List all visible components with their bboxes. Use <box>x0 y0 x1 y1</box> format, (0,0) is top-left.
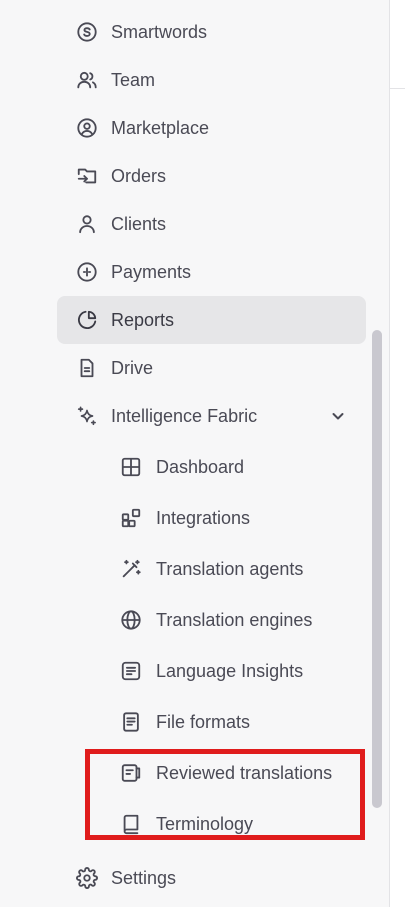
insights-doc-icon <box>120 660 142 682</box>
nav-item-label: Orders <box>111 165 167 186</box>
dashboard-grid-icon <box>120 456 142 478</box>
magic-wand-icon <box>120 558 142 580</box>
nav-item-orders[interactable]: Orders <box>57 152 366 200</box>
sidebar: Smartwords Team Marketplace Orders Clien… <box>0 0 390 907</box>
sub-item-translation-agents[interactable]: Translation agents <box>102 547 362 591</box>
sidebar-scrollbar-thumb[interactable] <box>372 330 382 808</box>
sub-item-label: Integrations <box>156 507 251 528</box>
sub-item-label: Language Insights <box>156 660 304 681</box>
nav-item-payments[interactable]: Payments <box>57 248 366 296</box>
nav-item-marketplace[interactable]: Marketplace <box>57 104 366 152</box>
integrations-icon <box>120 507 142 529</box>
nav-item-label: Team <box>111 69 156 90</box>
nav-item-clients[interactable]: Clients <box>57 200 366 248</box>
file-icon <box>120 711 142 733</box>
sub-item-label: Translation engines <box>156 609 313 630</box>
sub-item-label: Dashboard <box>156 456 245 477</box>
book-icon <box>120 813 142 835</box>
nav-item-label: Settings <box>111 867 177 888</box>
gear-icon <box>76 867 98 889</box>
nav-item-label: Payments <box>111 261 192 282</box>
sub-item-integrations[interactable]: Integrations <box>102 496 362 540</box>
nav-item-label: Drive <box>111 357 154 378</box>
sub-item-reviewed-translations[interactable]: Reviewed translations <box>102 751 362 795</box>
payments-icon <box>76 261 98 283</box>
sub-item-translation-engines[interactable]: Translation engines <box>102 598 362 642</box>
orders-icon <box>76 165 98 187</box>
sub-item-file-formats[interactable]: File formats <box>102 700 362 744</box>
globe-icon <box>120 609 142 631</box>
sub-item-label: Reviewed translations <box>156 762 333 783</box>
sparkle-icon <box>76 405 98 427</box>
nav-item-intelligence-fabric[interactable]: Intelligence Fabric <box>57 392 366 440</box>
nav-item-reports[interactable]: Reports <box>57 296 366 344</box>
marketplace-icon <box>76 117 98 139</box>
sub-item-label: Terminology <box>156 813 254 834</box>
sub-item-dashboard[interactable]: Dashboard <box>102 445 362 489</box>
sub-item-language-insights[interactable]: Language Insights <box>102 649 362 693</box>
nav-item-settings[interactable]: Settings <box>57 854 366 902</box>
content-divider <box>390 88 405 89</box>
sub-item-label: Translation agents <box>156 558 304 579</box>
reviewed-doc-icon <box>120 762 142 784</box>
nav-item-label: Marketplace <box>111 117 210 138</box>
nav-item-label: Reports <box>111 309 175 330</box>
smartwords-icon <box>76 21 98 43</box>
nav-item-smartwords[interactable]: Smartwords <box>57 8 366 56</box>
sub-item-label: File formats <box>156 711 251 732</box>
reports-icon <box>76 309 98 331</box>
team-icon <box>76 69 98 91</box>
nav-item-label: Intelligence Fabric <box>111 405 258 426</box>
nav-item-label: Smartwords <box>111 21 208 42</box>
drive-icon <box>76 357 98 379</box>
nav-item-drive[interactable]: Drive <box>57 344 366 392</box>
nav-item-team[interactable]: Team <box>57 56 366 104</box>
sidebar-scrollbar[interactable] <box>372 330 382 808</box>
nav-item-label: Clients <box>111 213 167 234</box>
clients-icon <box>76 213 98 235</box>
sub-item-terminology[interactable]: Terminology <box>102 802 362 846</box>
chevron-down-icon[interactable] <box>330 408 346 424</box>
